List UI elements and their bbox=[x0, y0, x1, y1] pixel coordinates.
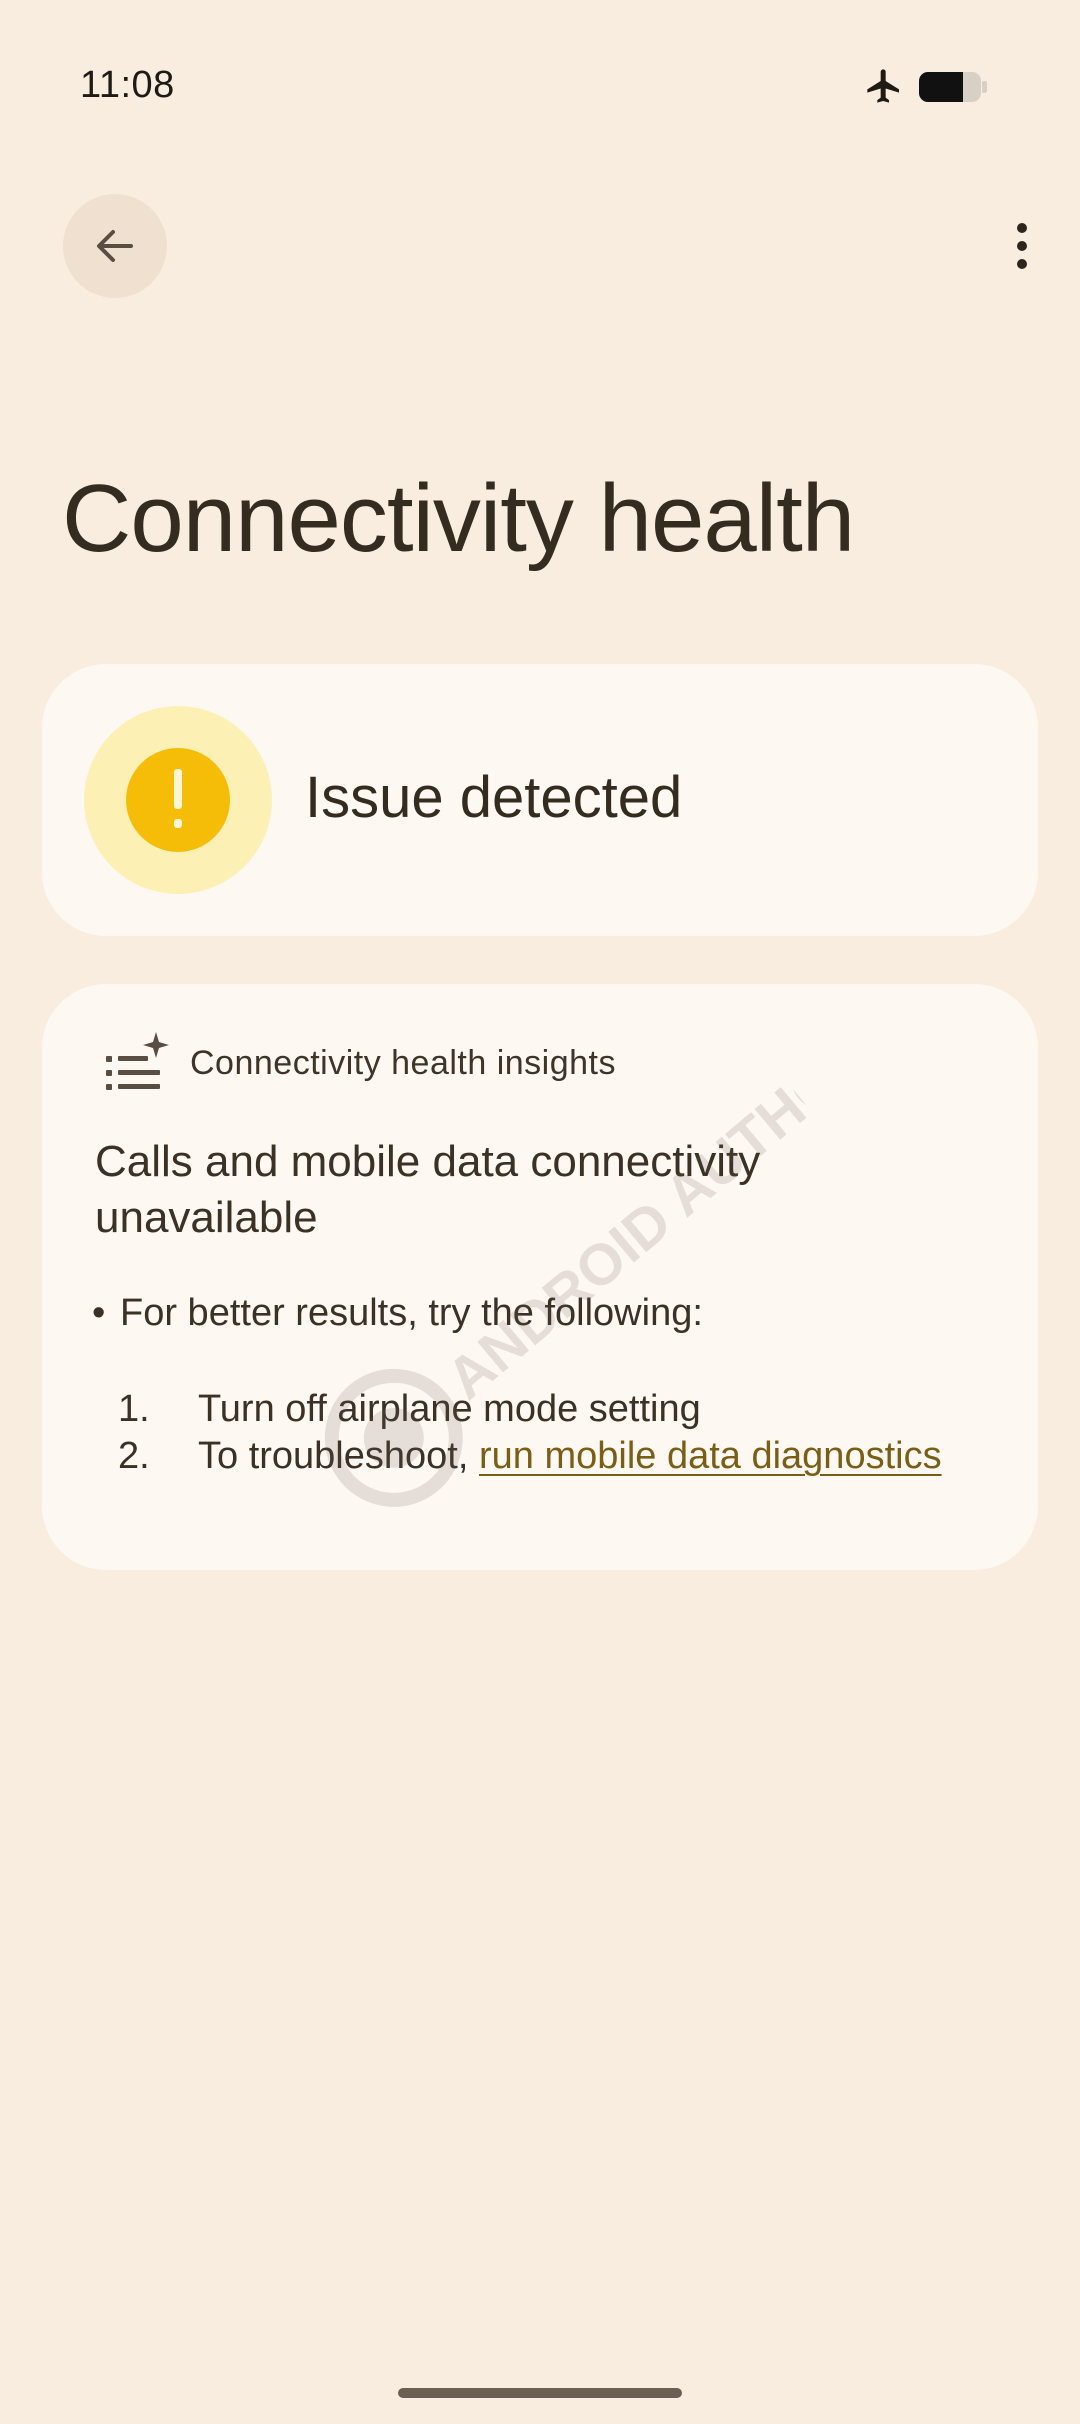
page-title: Connectivity health bbox=[62, 465, 855, 572]
status-bar: 11:08 bbox=[0, 0, 1080, 170]
exclamation-glyph bbox=[174, 769, 182, 828]
status-card: Issue detected bbox=[42, 664, 1038, 936]
more-vert-icon bbox=[1017, 223, 1027, 269]
step-text: Turn off airplane mode setting bbox=[198, 1388, 701, 1430]
insights-header: Connectivity health insights bbox=[190, 1044, 617, 1082]
airplane-icon bbox=[867, 69, 899, 103]
step-text-container: To troubleshoot, run mobile data diagnos… bbox=[198, 1433, 958, 1480]
steps-list: 1. Turn off airplane mode setting 2. To … bbox=[118, 1386, 958, 1480]
list-sparkle-icon bbox=[106, 1032, 169, 1090]
step-item: 1. Turn off airplane mode setting bbox=[118, 1386, 958, 1433]
step-number: 1. bbox=[118, 1388, 150, 1430]
more-options-button[interactable] bbox=[990, 214, 1054, 278]
status-label: Issue detected bbox=[305, 765, 683, 830]
bullet-text: For better results, try the following: bbox=[120, 1292, 703, 1334]
bullet-item: • For better results, try the following: bbox=[92, 1292, 703, 1335]
insights-headline: Calls and mobile data connectivity unava… bbox=[95, 1137, 761, 1242]
step-text: To troubleshoot, bbox=[198, 1435, 479, 1477]
insights-card: Connectivity health insights Calls and m… bbox=[42, 984, 1038, 1570]
battery-icon bbox=[919, 72, 987, 102]
status-time: 11:08 bbox=[80, 64, 175, 106]
home-indicator[interactable] bbox=[398, 2388, 682, 2398]
arrow-back-icon bbox=[97, 230, 133, 262]
step-number: 2. bbox=[118, 1435, 150, 1477]
bullet-dot: • bbox=[92, 1292, 106, 1334]
diagnostics-link[interactable]: run mobile data diagnostics bbox=[479, 1435, 942, 1477]
back-button[interactable] bbox=[63, 194, 167, 298]
warning-icon bbox=[126, 748, 230, 852]
step-item: 2. To troubleshoot, run mobile data diag… bbox=[118, 1433, 958, 1480]
